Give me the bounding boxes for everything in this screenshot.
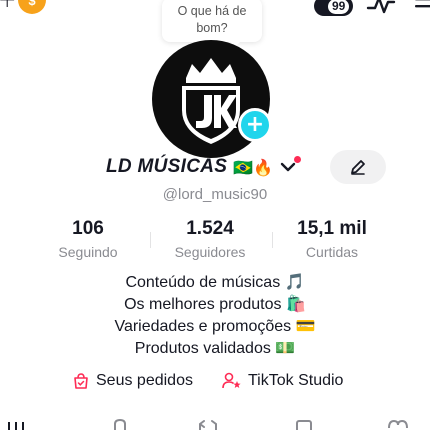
stat-value: 15,1 mil xyxy=(297,218,367,239)
status-bubble[interactable]: O que há de bom? xyxy=(162,0,262,42)
orders-link[interactable]: Seus pedidos xyxy=(72,372,193,390)
stat-followers[interactable]: 1.524 Seguidores xyxy=(150,218,270,260)
bio-line: Variedades e promoções 💳 xyxy=(114,318,316,335)
notification-count: 99 xyxy=(328,0,350,14)
stat-likes[interactable]: 15,1 mil Curtidas xyxy=(272,218,392,260)
display-name: LD MÚSICAS xyxy=(106,156,228,177)
shopping-bag-icon xyxy=(74,373,88,389)
stat-following[interactable]: 106 Seguindo xyxy=(28,218,148,260)
bio-line: Os melhores produtos 🛍️ xyxy=(124,296,306,313)
stat-value: 1.524 xyxy=(186,218,234,239)
edit-profile-button[interactable] xyxy=(330,150,386,184)
profile-bio: Conteúdo de músicas 🎵 Os melhores produt… xyxy=(0,272,430,360)
username-handle: @lord_music90 xyxy=(162,186,268,203)
stat-value: 106 xyxy=(72,218,104,239)
notification-badge[interactable]: 99 xyxy=(314,0,354,16)
add-icon[interactable]: + xyxy=(0,0,16,13)
heart-tab-icon[interactable] xyxy=(386,418,410,430)
bio-line: Conteúdo de músicas 🎵 xyxy=(125,274,305,291)
lock-tab-icon[interactable] xyxy=(110,418,130,430)
profile-name-row: LD MÚSICAS 🇧🇷🔥 xyxy=(106,152,302,182)
menu-icon[interactable] xyxy=(414,0,430,16)
bookmark-tab-icon[interactable] xyxy=(294,418,314,430)
user-star-icon xyxy=(222,372,241,389)
orders-link-label: Seus pedidos xyxy=(96,372,193,389)
grid-tab-icon[interactable] xyxy=(6,418,26,430)
studio-link-label: TikTok Studio xyxy=(248,372,344,389)
pencil-icon xyxy=(351,160,365,175)
activity-icon[interactable] xyxy=(366,0,396,16)
account-switch-button[interactable] xyxy=(279,156,302,176)
stat-label: Seguidores xyxy=(174,244,246,260)
add-story-button[interactable]: + xyxy=(238,108,272,142)
stat-label: Curtidas xyxy=(305,244,359,260)
stat-label: Seguindo xyxy=(58,244,118,260)
repost-tab-icon[interactable] xyxy=(196,418,220,430)
bio-line: Produtos validados 💵 xyxy=(134,340,296,357)
notification-dot xyxy=(294,156,302,163)
name-emojis: 🇧🇷🔥 xyxy=(233,157,274,177)
studio-link[interactable]: TikTok Studio xyxy=(222,372,343,390)
coin-icon[interactable]: $ xyxy=(18,0,46,14)
